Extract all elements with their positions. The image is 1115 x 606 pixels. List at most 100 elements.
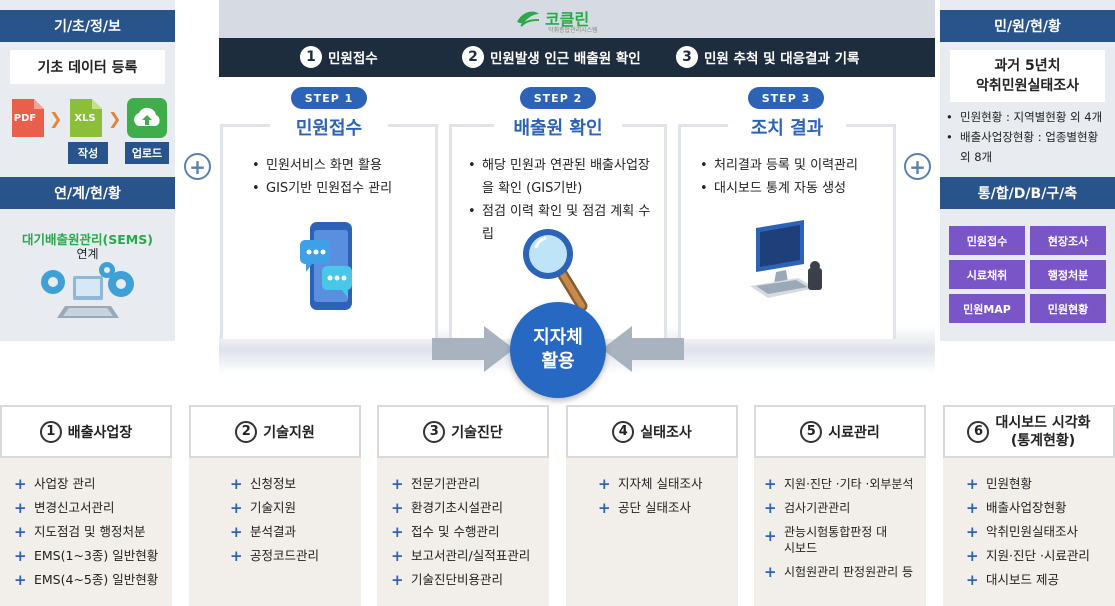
column-number: 2 <box>235 420 258 443</box>
desktop-computer-icon <box>746 220 832 312</box>
step1-pill: STEP 1 <box>291 87 367 109</box>
local-government-hub: 지자체 활용 <box>510 302 606 398</box>
column-number: 1 <box>39 420 62 443</box>
list-item: 민원서비스 화면 활용 <box>252 154 432 177</box>
bottom-column-5-header: 5 시료관리 <box>754 405 926 458</box>
db-sampling[interactable]: 시료채취 <box>949 260 1025 289</box>
list-item: 지도점검 및 행정처분 <box>14 520 170 544</box>
list-item: 지자체 실태조사 <box>598 472 734 496</box>
smartphone-chat-icon <box>296 218 358 318</box>
step-number: 2 <box>462 46 484 68</box>
list-item: 대시보드 제공 <box>966 568 1112 592</box>
bottom-column-2-header: 2 기술지원 <box>189 405 361 458</box>
list-item: 변경신고서관리 <box>14 496 170 520</box>
step3-bullets: 처리결과 등록 및 이력관리 대시보드 통계 자동 생성 <box>700 154 890 200</box>
bottom-column-4-list: 지자체 실태조사 공단 실태조사 <box>598 472 734 520</box>
survey-box: 과거 5년치 악취민원실태조사 <box>950 50 1105 102</box>
basic-info-header: 기/초/정/보 <box>0 10 175 42</box>
add-icon: + <box>904 153 931 180</box>
list-item: 환경기초시설관리 <box>391 496 547 520</box>
step2-title: 배출원 확인 <box>494 114 622 139</box>
xls-file-icon: XLS <box>68 97 104 139</box>
step-bar-item-2: 2 민원발생 인근 배출원 확인 <box>462 46 641 68</box>
bottom-column-1-list: 사업장 관리 변경신고서관리 지도점검 및 행정처분 EMS(1~3종) 일반현… <box>14 472 170 592</box>
step-number: 3 <box>676 46 698 68</box>
list-item: 관능시험통합판정 대시보드 <box>764 520 894 560</box>
column-number: 5 <box>800 420 823 443</box>
list-item: 처리결과 등록 및 이력관리 <box>700 154 890 177</box>
list-item: 전문기관관리 <box>391 472 547 496</box>
column-title-line-1: 대시보드 시각화 <box>995 414 1091 431</box>
pdf-file-icon: PDF <box>10 97 46 139</box>
arrow-left-icon <box>602 326 684 376</box>
column-number: 3 <box>423 420 446 443</box>
step-label: 민원접수 <box>328 51 378 67</box>
db-complaint-status[interactable]: 민원현황 <box>1030 294 1106 323</box>
sems-subtitle: 연계 <box>76 247 99 261</box>
bottom-column-3-header: 3 기술진단 <box>377 405 549 458</box>
list-item: 접수 및 수행관리 <box>391 520 547 544</box>
list-item: 시험원관리 판정원관리 등 <box>764 560 924 584</box>
step-bar-item-3: 3 민원 추척 및 대응결과 기록 <box>676 46 859 68</box>
bottom-column-4-header: 4 실태조사 <box>566 405 738 458</box>
integrated-db-header: 통/합/D/B/구/축 <box>940 177 1115 209</box>
bottom-column-1-header: 1 배출사업장 <box>0 405 172 458</box>
write-button[interactable]: 작성 <box>68 142 108 164</box>
xls-label: XLS <box>74 113 96 124</box>
step-number: 1 <box>300 46 322 68</box>
column-title: 배출사업장 <box>67 424 133 441</box>
list-item: GIS기반 민원접수 관리 <box>252 177 432 200</box>
arrow-right-icon: ❯ <box>49 109 63 128</box>
bottom-column-6-header: 6 대시보드 시각화 (통계현황) <box>943 405 1115 458</box>
list-item: 기술지원 <box>230 496 358 520</box>
bottom-column-6-list: 민원현황 배출사업장현황 악취민원실태조사 지원·진단 ·시료관리 대시보드 제… <box>966 472 1112 592</box>
column-title: 실태조사 <box>640 424 692 441</box>
list-item: 공정코드관리 <box>230 544 358 568</box>
bottom-column-5-list: 지원·진단 ·기타 ·외부분석 검사기관관리 관능시험통합판정 대시보드 시험원… <box>764 472 924 584</box>
list-item: EMS(4~5종) 일반현황 <box>14 568 170 592</box>
basic-data-register-box: 기초 데이터 등록 <box>10 50 165 84</box>
column-title-line-2: (통계현황) <box>1010 432 1076 449</box>
complaint-status-bullets: 민원현황 : 지역별현황 외 4개 배출사업장현황 : 업종별현황 외 8개 <box>946 107 1112 167</box>
db-administrative-action[interactable]: 행정처분 <box>1030 260 1106 289</box>
column-title: 기술지원 <box>263 424 315 441</box>
list-item: 공단 실태조사 <box>598 496 734 520</box>
list-item: 지원·진단 ·기타 ·외부분석 <box>764 472 924 496</box>
list-item: 분석결과 <box>230 520 358 544</box>
list-item: EMS(1~3종) 일반현황 <box>14 544 170 568</box>
survey-title-line-1: 과거 5년치 <box>994 58 1061 74</box>
upload-button[interactable]: 업로드 <box>125 142 169 164</box>
step3-pill: STEP 3 <box>748 87 824 109</box>
step1-bullets: 민원서비스 화면 활용 GIS기반 민원접수 관리 <box>252 154 432 200</box>
bottom-column-2-list: 신청정보 기술지원 분석결과 공정코드관리 <box>230 472 358 568</box>
logo-subtitle: 악취종합관리시스템 <box>548 27 598 34</box>
list-item: 배출사업장현황 <box>966 496 1112 520</box>
db-complaint-map[interactable]: 민원MAP <box>949 294 1025 323</box>
list-item: 신청정보 <box>230 472 358 496</box>
hub-line-1: 지자체 <box>533 327 583 348</box>
column-title: 대시보드 시각화 (통계현황) <box>995 414 1090 450</box>
list-item: 사업장 관리 <box>14 472 170 496</box>
leaf-logo-icon <box>517 11 540 27</box>
column-number: 6 <box>967 420 990 443</box>
list-item: 배출사업장현황 : 업종별현황 외 8개 <box>946 127 1112 167</box>
list-item: 민원현황 : 지역별현황 외 4개 <box>946 107 1112 127</box>
step-label: 민원 추척 및 대응결과 기록 <box>704 51 860 67</box>
step1-title: 민원접수 <box>270 114 388 139</box>
column-title: 시료관리 <box>828 424 880 441</box>
pdf-label: PDF <box>13 113 37 124</box>
list-item: 지원·진단 ·시료관리 <box>966 544 1112 568</box>
step2-pill: STEP 2 <box>520 87 596 109</box>
column-title: 기술진단 <box>451 424 503 441</box>
complaint-status-header: 민/원/현/황 <box>940 10 1115 42</box>
bottom-column-3-list: 전문기관관리 환경기초시설관리 접수 및 수행관리 보고서관리/실적표관리 기술… <box>391 472 547 592</box>
step3-title: 조치 결과 <box>728 114 846 139</box>
link-status-header: 연/계/현/황 <box>0 177 175 209</box>
list-item: 민원현황 <box>966 472 1112 496</box>
db-complaint-receipt[interactable]: 민원접수 <box>949 226 1025 255</box>
list-item: 악취민원실태조사 <box>966 520 1112 544</box>
cloud-upload-icon <box>127 98 167 138</box>
list-item: 검사기관관리 <box>764 496 924 520</box>
computer-gears-icon <box>35 262 140 324</box>
db-field-survey[interactable]: 현장조사 <box>1030 226 1106 255</box>
